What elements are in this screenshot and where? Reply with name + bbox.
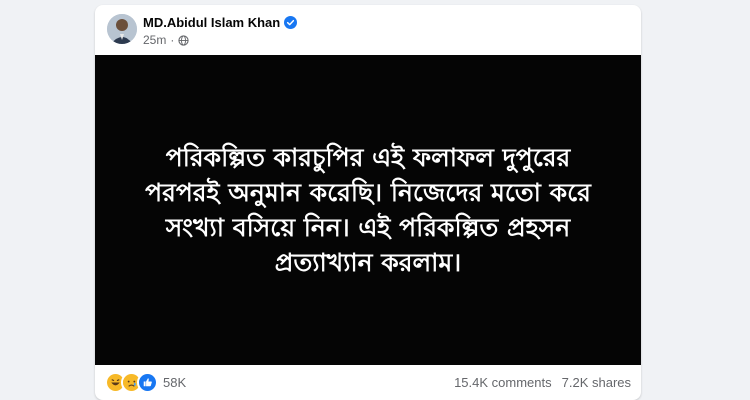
globe-icon[interactable] xyxy=(178,34,189,46)
comments-count[interactable]: 15.4K comments xyxy=(454,375,552,390)
shares-count[interactable]: 7.2K shares xyxy=(562,375,631,390)
engagement-stats: 15.4K comments 7.2K shares xyxy=(454,375,631,390)
meta-separator: · xyxy=(170,33,175,47)
author-name[interactable]: MD.Abidul Islam Khan xyxy=(143,15,280,30)
reactions-count: 58K xyxy=(163,375,187,390)
post-time[interactable]: 25m xyxy=(143,33,166,47)
author-name-row: MD.Abidul Islam Khan xyxy=(143,15,298,30)
post-image[interactable]: পরিকল্পিত কারচুপির এই ফলাফল দুপুরের পরপর… xyxy=(95,55,641,365)
post-card: MD.Abidul Islam Khan 25m · পরিকল্পিত কার… xyxy=(95,5,641,400)
avatar[interactable] xyxy=(107,14,137,44)
post-footer: 58K 15.4K comments 7.2K shares xyxy=(95,367,641,397)
post-meta: 25m · xyxy=(143,33,189,47)
verified-badge-icon xyxy=(284,16,298,29)
post-text: পরিকল্পিত কারচুপির এই ফলাফল দুপুরের পরপর… xyxy=(145,143,591,277)
